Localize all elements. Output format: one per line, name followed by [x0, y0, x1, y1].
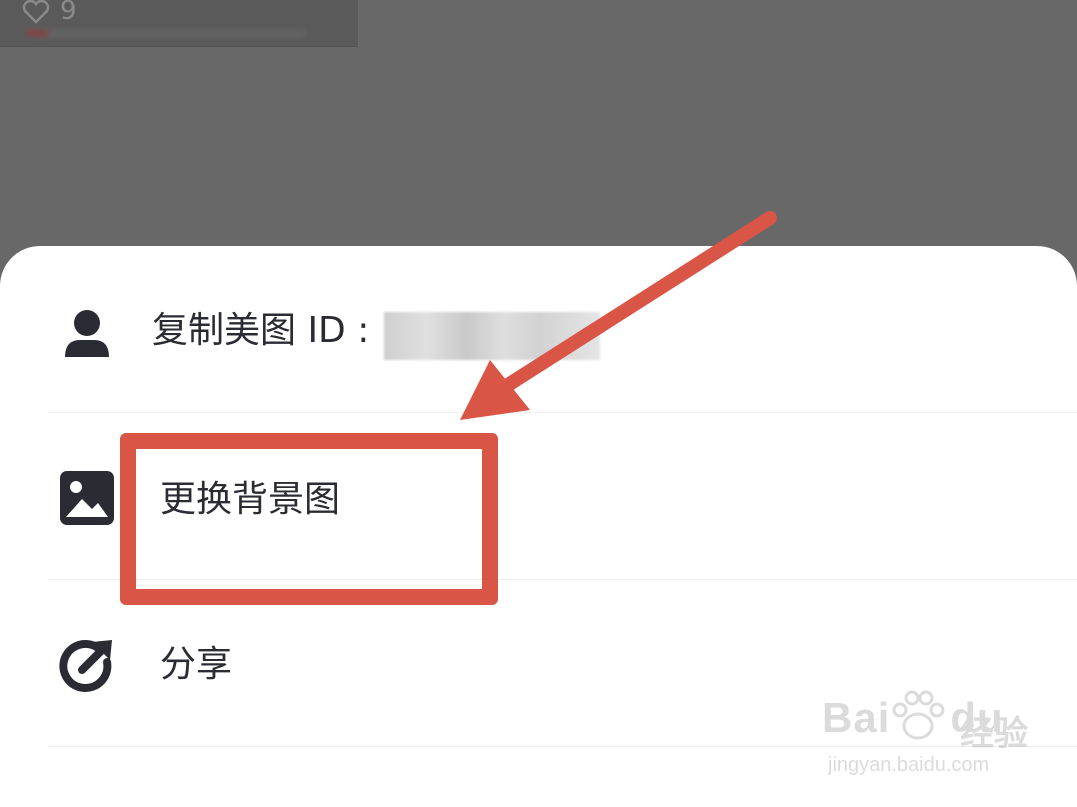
annotation-highlight-box	[120, 433, 498, 605]
copy-id-label: 复制美图 ID :	[152, 310, 370, 351]
like-count: 9	[60, 0, 77, 26]
blurred-user-id	[384, 312, 600, 360]
user-icon	[65, 310, 109, 357]
paw-logo-icon	[892, 690, 945, 740]
watermark-url: jingyan.baidu.com	[828, 754, 990, 776]
baidu-jingyan-watermark: Bai du 经验 jingyan.baidu.com	[822, 690, 1072, 790]
share-label: 分享	[160, 644, 233, 685]
image-icon	[60, 471, 114, 525]
blurred-caption	[26, 28, 306, 38]
watermark-product: 经验	[960, 714, 1028, 754]
share-icon	[59, 640, 112, 692]
feed-item-strip: 9	[0, 0, 358, 47]
heart-outline-icon	[22, 0, 50, 24]
